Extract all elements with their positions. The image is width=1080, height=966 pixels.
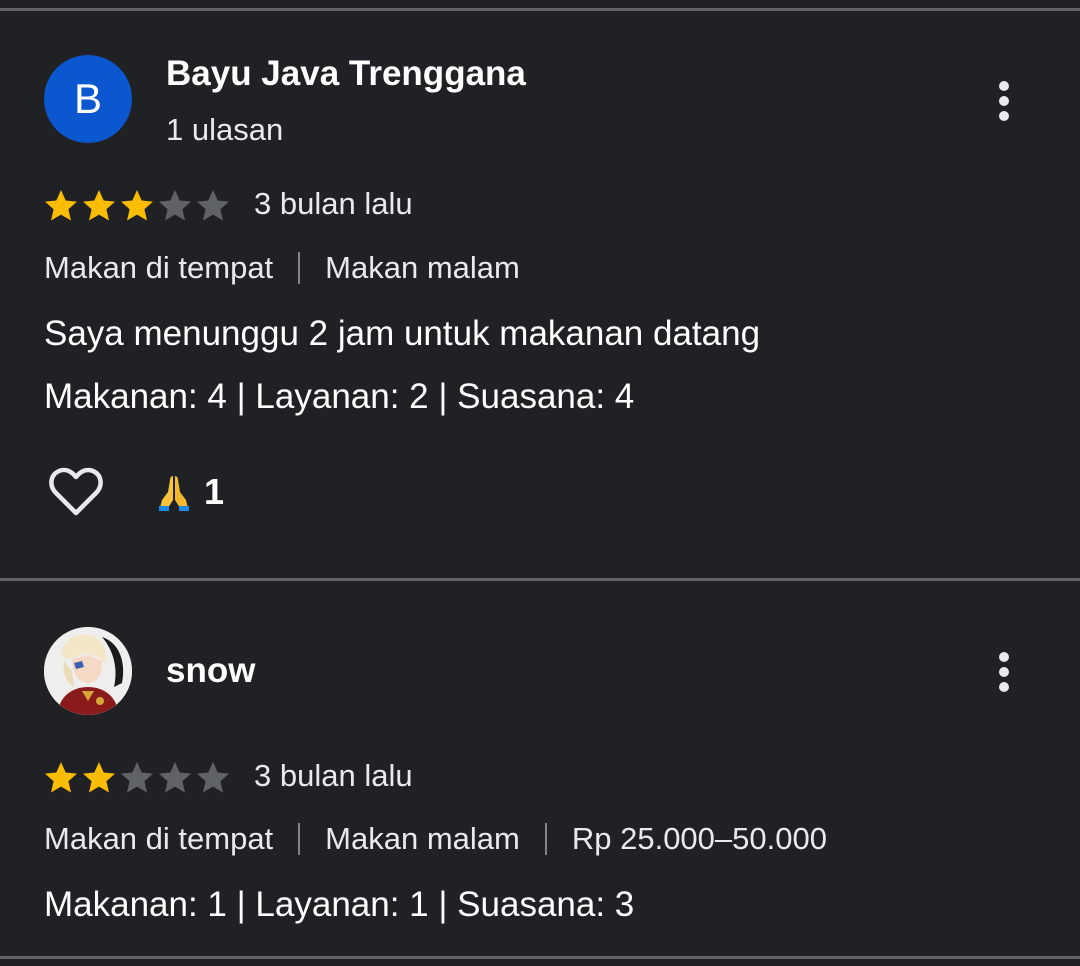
reviewer-name[interactable]: snow: [166, 651, 255, 691]
star-empty-icon: [121, 762, 153, 793]
profile-photo-icon: [44, 627, 132, 715]
star-filled-icon: [83, 190, 115, 221]
tag-meal: Makan malam: [325, 250, 520, 285]
star-empty-icon: [197, 762, 229, 793]
tag-separator: [298, 823, 301, 855]
star-filled-icon: [45, 190, 77, 221]
star-empty-icon: [159, 190, 191, 221]
avatar[interactable]: B: [44, 55, 132, 143]
tag-meal: Makan malam: [325, 821, 520, 856]
tag-dine-in: Makan di tempat: [44, 821, 274, 856]
review-text: Saya menunggu 2 jam untuk makanan datang: [44, 314, 761, 353]
tag-dine-in: Makan di tempat: [44, 250, 274, 285]
reviewer-name[interactable]: Bayu Java Trenggana: [166, 54, 526, 94]
tag-separator: [544, 823, 547, 855]
like-heart-icon[interactable]: [48, 466, 104, 518]
avatar[interactable]: [44, 627, 132, 715]
aspect-ratings: Makanan: 1 | Layanan: 1 | Suasana: 3: [44, 885, 635, 924]
star-filled-icon: [45, 762, 77, 793]
star-rating: [42, 187, 232, 227]
star-empty-icon: [159, 762, 191, 793]
review-card: snow 3 bulan lalu Makan di tempat Makan …: [0, 581, 1080, 966]
review-card: B Bayu Java Trenggana 1 ulasan 3 bulan l…: [0, 0, 1080, 580]
reaction-chip[interactable]: 1: [156, 471, 224, 513]
folded-hands-icon: [159, 476, 189, 511]
star-filled-icon: [121, 190, 153, 221]
review-time: 3 bulan lalu: [254, 186, 413, 221]
review-time: 3 bulan lalu: [254, 758, 413, 793]
more-options-icon[interactable]: [986, 77, 1022, 125]
star-filled-icon: [83, 762, 115, 793]
tag-price-range: Rp 25.000–50.000: [571, 821, 827, 856]
reaction-count: 1: [204, 471, 225, 512]
tag-separator: [298, 252, 301, 284]
star-empty-icon: [197, 190, 229, 221]
reaction-bar: 1: [48, 464, 224, 520]
star-rating: [42, 759, 232, 799]
review-tags: Makan di tempat Makan malam: [44, 250, 520, 286]
review-tags: Makan di tempat Makan malam Rp 25.000–50…: [44, 821, 827, 857]
review-count: 1 ulasan: [166, 112, 284, 147]
bottom-divider: [0, 956, 1080, 959]
aspect-ratings: Makanan: 4 | Layanan: 2 | Suasana: 4: [44, 377, 635, 416]
more-options-icon[interactable]: [986, 648, 1022, 696]
